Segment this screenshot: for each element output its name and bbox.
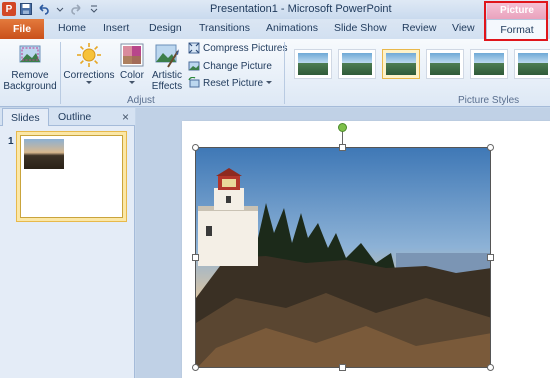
picture-style-5[interactable] <box>470 49 508 79</box>
style-preview <box>386 53 416 75</box>
quick-access-toolbar: P <box>2 2 101 16</box>
title-bar: P Presentation1 - Microsoft PowerPoint P… <box>0 0 550 33</box>
change-picture-icon <box>188 61 200 71</box>
remove-background-icon <box>19 45 41 63</box>
reset-picture-button[interactable]: Reset Picture <box>188 77 273 89</box>
adjust-group-label: Adjust <box>127 95 155 106</box>
tab-view[interactable]: View <box>452 22 475 34</box>
tab-file[interactable]: File <box>0 19 44 39</box>
tab-outline[interactable]: Outline <box>50 108 99 126</box>
tab-slide-show[interactable]: Slide Show <box>334 22 387 34</box>
highlight-box <box>484 1 548 41</box>
chevron-down-icon <box>266 81 273 84</box>
picture-style-3[interactable] <box>382 49 420 79</box>
slide-thumbnail[interactable] <box>16 131 127 222</box>
rotate-handle[interactable] <box>338 123 347 132</box>
resize-handle-sw[interactable] <box>192 364 199 371</box>
save-icon[interactable] <box>19 2 33 16</box>
lighthouse-image <box>196 148 490 367</box>
picture-style-1[interactable] <box>294 49 332 79</box>
change-picture-label: Change Picture <box>203 60 272 72</box>
slides-panel: Slides Outline × 1 <box>0 108 135 378</box>
resize-handle-n[interactable] <box>339 144 346 151</box>
style-preview <box>518 53 548 75</box>
tab-animations[interactable]: Animations <box>266 22 318 34</box>
resize-handle-ne[interactable] <box>487 144 494 151</box>
reset-picture-label: Reset Picture <box>203 77 264 89</box>
tab-slides[interactable]: Slides <box>2 108 49 126</box>
close-icon[interactable]: × <box>122 110 129 124</box>
remove-bg-label-1: Remove <box>11 70 49 81</box>
chevron-down-icon <box>86 81 92 84</box>
picture-style-4[interactable] <box>426 49 464 79</box>
corrections-button[interactable]: Corrections <box>62 42 116 85</box>
tab-transitions[interactable]: Transitions <box>199 22 250 34</box>
redo-icon[interactable] <box>70 2 84 16</box>
style-preview <box>298 53 328 75</box>
powerpoint-icon[interactable]: P <box>2 2 16 16</box>
color-icon <box>120 43 144 67</box>
ribbon: Remove Background Corrections Color Arti… <box>0 39 550 107</box>
color-button[interactable]: Color <box>117 42 147 85</box>
artistic-effects-button[interactable]: Artistic Effects <box>148 42 186 92</box>
compress-icon <box>188 42 200 54</box>
corrections-label: Corrections <box>63 70 115 81</box>
tab-design[interactable]: Design <box>149 22 182 34</box>
remove-background-button[interactable]: Remove Background <box>2 42 58 92</box>
resize-handle-se[interactable] <box>487 364 494 371</box>
reset-picture-icon <box>188 77 200 88</box>
style-preview <box>342 53 372 75</box>
thumbnail-picture <box>24 139 64 169</box>
tab-review[interactable]: Review <box>402 22 436 34</box>
color-label: Color <box>120 70 144 81</box>
style-preview <box>474 53 504 75</box>
resize-handle-w[interactable] <box>192 254 199 261</box>
sun-icon <box>77 43 101 67</box>
chevron-down-icon <box>129 81 135 84</box>
compress-label: Compress Pictures <box>203 42 288 54</box>
change-picture-button[interactable]: Change Picture <box>188 60 272 72</box>
compress-pictures-button[interactable]: Compress Pictures <box>188 42 287 54</box>
resize-handle-e[interactable] <box>487 254 494 261</box>
tab-home[interactable]: Home <box>58 22 86 34</box>
remove-bg-label-2: Background <box>3 81 57 92</box>
style-preview <box>430 53 460 75</box>
customize-toolbar-icon[interactable] <box>87 2 101 16</box>
picture-styles-group-label: Picture Styles <box>458 95 520 106</box>
artistic-label-1: Artistic <box>152 70 182 81</box>
undo-icon[interactable] <box>36 2 50 16</box>
chevron-down-icon[interactable] <box>53 2 67 16</box>
picture-style-2[interactable] <box>338 49 376 79</box>
lighthouse-photo[interactable] <box>195 147 491 368</box>
panel-tabs: Slides Outline × <box>0 108 135 126</box>
resize-handle-s[interactable] <box>339 364 346 371</box>
artistic-label-2: Effects <box>151 81 183 92</box>
ribbon-tabs: File Home Insert Design Transitions Anim… <box>0 19 550 40</box>
artistic-effects-icon <box>155 44 179 68</box>
slide-number: 1 <box>8 136 14 147</box>
window-title: Presentation1 - Microsoft PowerPoint <box>210 3 392 15</box>
thumbnail-slide <box>20 135 123 218</box>
picture-style-6[interactable] <box>514 49 550 79</box>
tab-insert[interactable]: Insert <box>103 22 129 34</box>
divider <box>60 42 61 104</box>
divider <box>284 42 285 104</box>
selected-picture[interactable] <box>192 123 494 371</box>
resize-handle-nw[interactable] <box>192 144 199 151</box>
